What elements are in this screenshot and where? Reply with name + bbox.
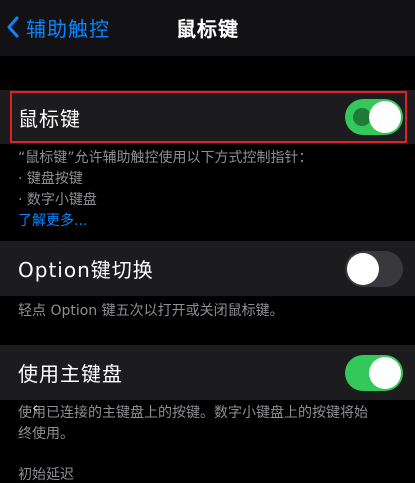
row-mouse-keys: 鼠标键: [0, 90, 415, 144]
toggle-knob: [369, 356, 401, 389]
note-intro: “鼠标键”允许辅助触控使用以下方式控制指针：: [18, 150, 313, 166]
nav-bar: 辅助触控 鼠标键: [0, 0, 415, 56]
initial-delay-label: 初始延迟: [18, 467, 74, 483]
page-title: 鼠标键: [176, 17, 239, 41]
learn-more-link[interactable]: 了解更多...: [18, 211, 313, 232]
mouse-keys-toggle[interactable]: [345, 99, 403, 135]
mouse-keys-note: “鼠标键”允许辅助触控使用以下方式控制指针： · 键盘按键 · 数字小键盘 了解…: [18, 148, 313, 232]
pointer-chevron-icon: ‹: [32, 398, 39, 417]
row-option-toggle: Option键切换: [0, 241, 415, 296]
row-main-keyboard: 使用主键盘: [0, 345, 415, 400]
main-keyboard-note: 使用已连接的主键盘上的按键。数字小键盘上的按键将始 终使用。: [18, 403, 368, 445]
option-toggle-switch[interactable]: [345, 250, 403, 287]
main-keyboard-toggle[interactable]: [345, 354, 403, 391]
note-bullet-keyboard: · 键盘按键: [18, 171, 83, 187]
option-toggle-label: Option键切换: [18, 258, 154, 282]
screen: 辅助触控 鼠标键 鼠标键 “鼠标键”允许辅助触控使用以下方式控制指针： · 键盘…: [0, 0, 415, 483]
main-keyboard-note-line2: 终使用。: [18, 426, 74, 442]
toggle-knob: [347, 252, 379, 285]
note-bullet-numpad: · 数字小键盘: [18, 192, 97, 208]
main-keyboard-label: 使用主键盘: [18, 362, 123, 386]
main-keyboard-note-line1: 使用已连接的主键盘上的按键。数字小键盘上的按键将始: [18, 405, 368, 421]
mouse-keys-label: 鼠标键: [18, 106, 81, 131]
option-note: 轻点 Option 键五次以打开或关闭鼠标键。: [18, 303, 284, 319]
toggle-knob: [369, 101, 401, 133]
